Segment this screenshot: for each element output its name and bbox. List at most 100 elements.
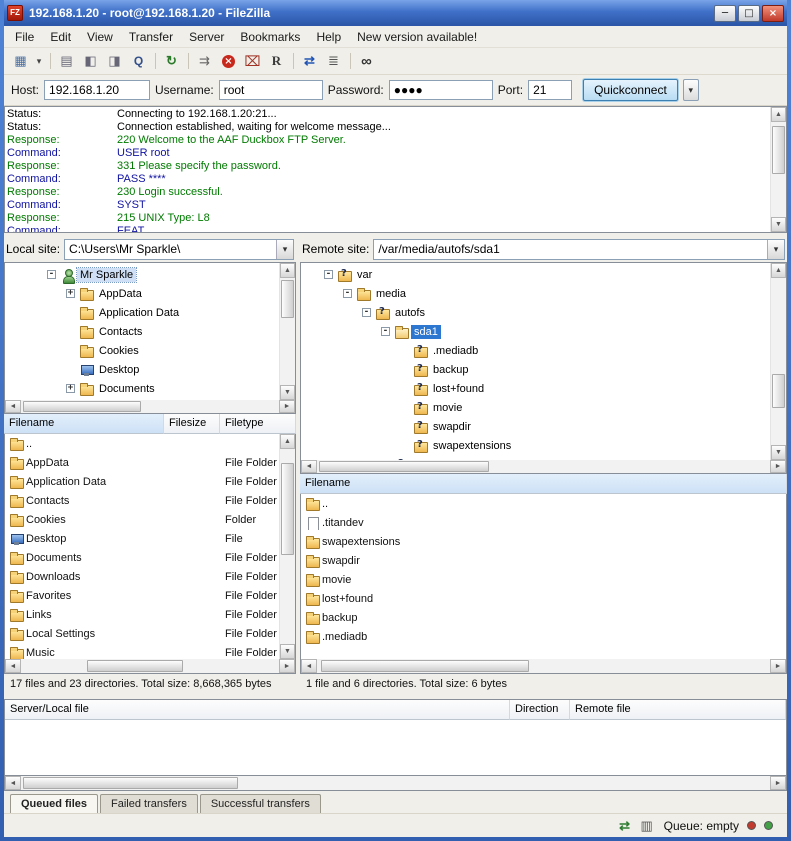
tree-item[interactable]: .mediadb — [301, 341, 770, 360]
remote-tree-horizontal-scrollbar[interactable]: ◄ ► — [301, 460, 786, 473]
queue-tab[interactable]: Successful transfers — [200, 794, 321, 813]
dropdown-arrow-icon[interactable] — [276, 240, 293, 259]
minimize-button[interactable]: ─ — [714, 5, 736, 22]
local-tree-horizontal-scrollbar[interactable]: ◄ ► — [5, 400, 295, 413]
site-manager-icon[interactable] — [9, 50, 32, 72]
scroll-right-icon[interactable]: ► — [279, 400, 295, 413]
file-row[interactable]: Cookies Folder — [5, 510, 279, 529]
file-row[interactable]: swapdir — [301, 551, 786, 570]
column-header-direction[interactable]: Direction — [510, 700, 570, 720]
scroll-up-icon[interactable]: ▲ — [771, 263, 786, 278]
scroll-thumb[interactable] — [772, 126, 785, 174]
menu-item[interactable]: Bookmarks — [233, 28, 307, 46]
scroll-thumb[interactable] — [23, 401, 141, 412]
scroll-down-icon[interactable]: ▼ — [771, 217, 786, 232]
file-row[interactable]: .titandev — [301, 513, 786, 532]
file-row[interactable]: Contacts File Folder — [5, 491, 279, 510]
tree-item[interactable]: media — [301, 284, 770, 303]
scroll-up-icon[interactable]: ▲ — [280, 434, 295, 449]
file-row[interactable]: AppData File Folder — [5, 453, 279, 472]
file-row[interactable]: Favorites File Folder — [5, 586, 279, 605]
remote-tree-vertical-scrollbar[interactable]: ▲ ▼ — [770, 263, 786, 460]
file-row[interactable]: backup — [301, 608, 786, 627]
toolbar-separator[interactable] — [346, 50, 354, 72]
port-input[interactable] — [528, 80, 572, 100]
file-row[interactable]: Desktop File — [5, 529, 279, 548]
menu-item[interactable]: New version available! — [350, 28, 484, 46]
menu-item[interactable]: Transfer — [122, 28, 180, 46]
file-row[interactable]: Application Data File Folder — [5, 472, 279, 491]
cancel-operation-icon[interactable] — [217, 50, 240, 72]
expand-toggle-icon[interactable] — [362, 308, 371, 317]
host-input[interactable] — [44, 80, 150, 100]
file-row[interactable]: Music File Folder — [5, 643, 279, 659]
scroll-left-icon[interactable]: ◄ — [5, 659, 21, 673]
scroll-thumb[interactable] — [772, 374, 785, 408]
column-header-server-local-file[interactable]: Server/Local file — [5, 700, 510, 720]
password-input[interactable] — [389, 80, 493, 100]
menu-item[interactable]: Server — [182, 28, 231, 46]
toggle-remote-tree-icon[interactable] — [103, 50, 126, 72]
tree-item[interactable]: Documents — [5, 379, 279, 398]
scroll-right-icon[interactable]: ► — [279, 659, 295, 673]
tree-item[interactable]: Mr Sparkle — [5, 265, 279, 284]
scroll-left-icon[interactable]: ◄ — [5, 776, 21, 790]
scroll-down-icon[interactable]: ▼ — [280, 644, 295, 659]
synchronized-browsing-icon[interactable] — [298, 50, 321, 72]
tree-item[interactable]: movie — [301, 398, 770, 417]
column-header-remote-file[interactable]: Remote file — [570, 700, 786, 720]
menu-item[interactable]: Edit — [43, 28, 78, 46]
local-site-combo[interactable]: C:\Users\Mr Sparkle\ — [64, 239, 294, 260]
queue-tab[interactable]: Failed transfers — [100, 794, 198, 813]
dropdown-arrow-icon[interactable] — [767, 240, 784, 259]
tree-item[interactable]: backup — [301, 360, 770, 379]
quickconnect-button[interactable]: Quickconnect — [583, 79, 678, 101]
menu-item[interactable]: View — [80, 28, 120, 46]
remote-list-horizontal-scrollbar[interactable]: ◄ ► — [300, 659, 787, 674]
file-row[interactable]: Downloads File Folder — [5, 567, 279, 586]
file-row[interactable]: lost+found — [301, 589, 786, 608]
scroll-up-icon[interactable]: ▲ — [280, 263, 295, 278]
scroll-thumb[interactable] — [321, 660, 529, 672]
menu-item[interactable]: Help — [309, 28, 348, 46]
file-row[interactable]: swapextensions — [301, 532, 786, 551]
column-header-filetype[interactable]: Filetype — [220, 414, 296, 434]
scroll-up-icon[interactable]: ▲ — [771, 107, 786, 122]
scroll-thumb[interactable] — [87, 660, 183, 672]
process-queue-icon[interactable] — [193, 50, 216, 72]
tree-item[interactable]: sda1 — [301, 322, 770, 341]
scroll-right-icon[interactable]: ► — [770, 659, 786, 673]
tree-item[interactable]: var — [301, 265, 770, 284]
file-row[interactable]: Links File Folder — [5, 605, 279, 624]
scroll-thumb[interactable] — [23, 777, 238, 789]
scroll-left-icon[interactable]: ◄ — [301, 460, 317, 473]
close-button[interactable]: × — [762, 5, 784, 22]
refresh-icon[interactable] — [160, 50, 183, 72]
toggle-transfer-queue-icon[interactable] — [127, 50, 150, 72]
directory-comparison-icon[interactable]: ▥ — [638, 818, 656, 834]
menu-item[interactable]: File — [8, 28, 41, 46]
tree-item[interactable]: Desktop — [5, 360, 279, 379]
scroll-left-icon[interactable]: ◄ — [301, 659, 317, 673]
scroll-thumb[interactable] — [281, 280, 294, 318]
file-row[interactable]: .. — [5, 434, 279, 453]
scroll-right-icon[interactable]: ► — [770, 460, 786, 473]
queue-tab[interactable]: Queued files — [10, 794, 98, 813]
tree-item[interactable]: swapdir — [301, 417, 770, 436]
toolbar-separator[interactable] — [46, 50, 54, 72]
file-search-icon[interactable] — [355, 50, 378, 72]
scroll-thumb[interactable] — [319, 461, 489, 472]
scroll-down-icon[interactable]: ▼ — [280, 385, 295, 400]
local-list-vertical-scrollbar[interactable]: ▲ ▼ — [279, 434, 295, 659]
directory-comparison-icon[interactable] — [322, 50, 345, 72]
expand-toggle-icon[interactable] — [381, 327, 390, 336]
toggle-message-log-icon[interactable] — [55, 50, 78, 72]
tree-item[interactable]: lost+found — [301, 379, 770, 398]
scroll-left-icon[interactable]: ◄ — [5, 400, 21, 413]
site-manager-dropdown-icon[interactable] — [33, 50, 45, 72]
expand-toggle-icon[interactable] — [324, 270, 333, 279]
scroll-right-icon[interactable]: ► — [770, 776, 786, 790]
local-list-horizontal-scrollbar[interactable]: ◄ ► — [4, 659, 296, 674]
scroll-down-icon[interactable]: ▼ — [771, 445, 786, 460]
toggle-local-tree-icon[interactable] — [79, 50, 102, 72]
